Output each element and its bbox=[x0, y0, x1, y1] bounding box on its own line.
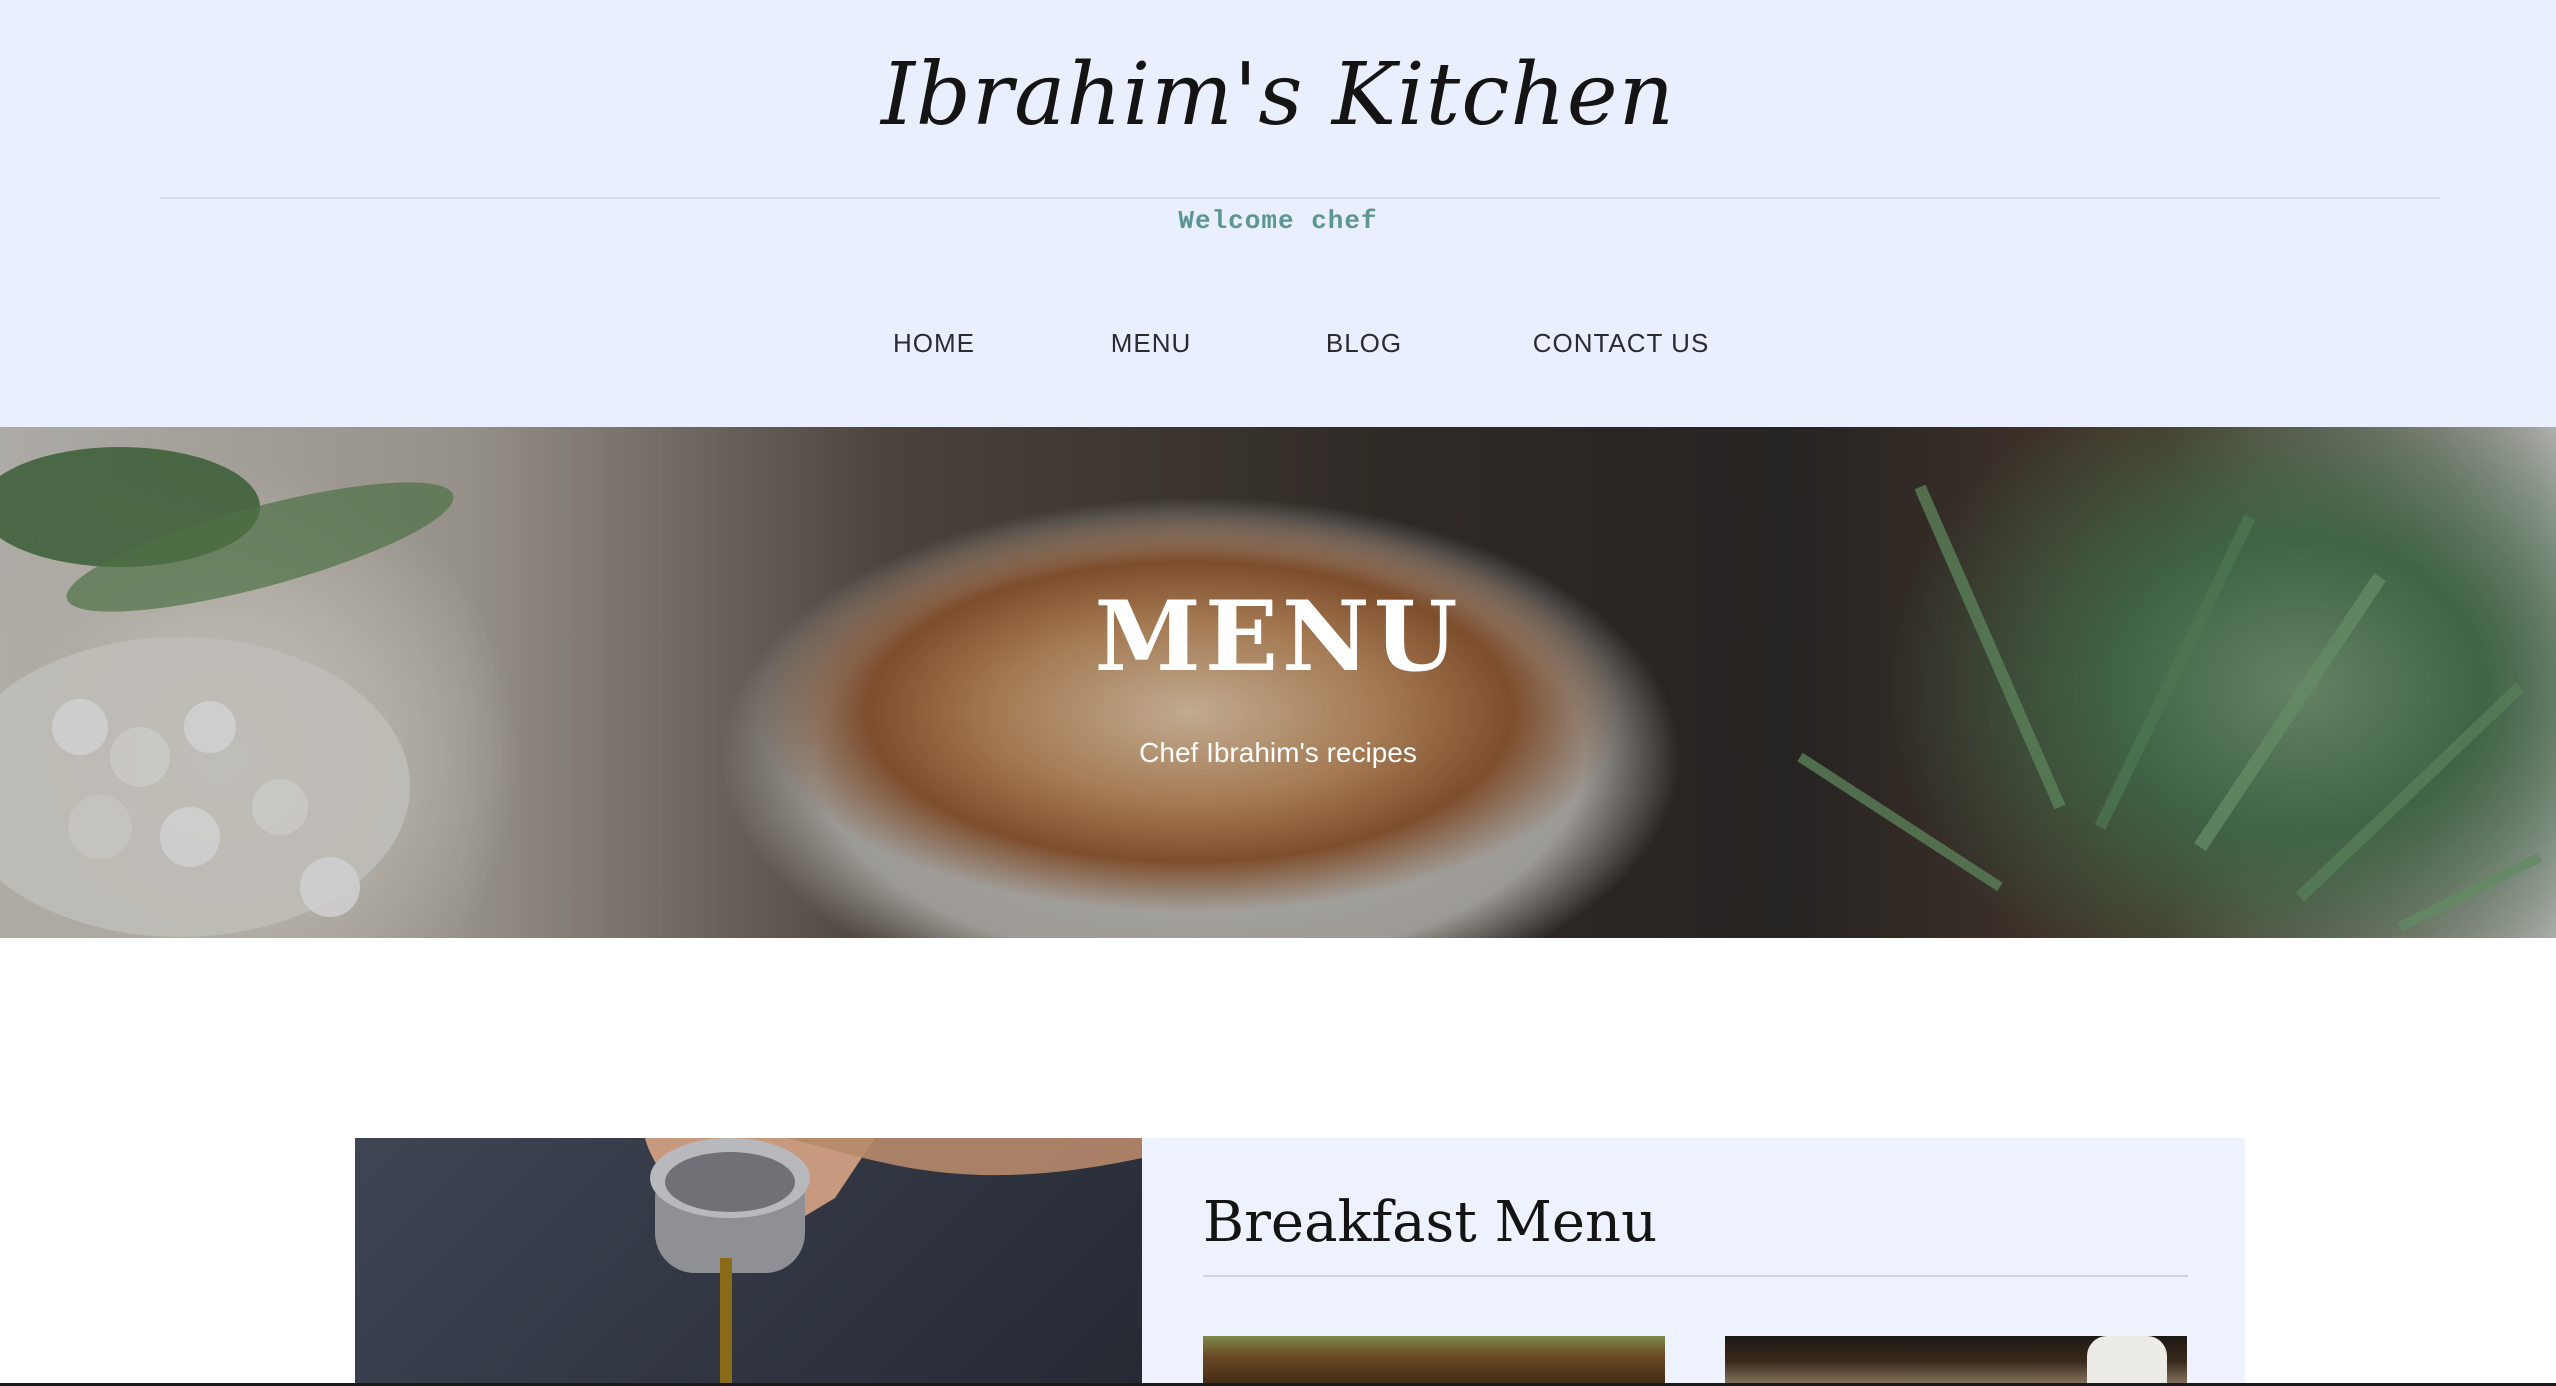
hero-title: MENU bbox=[1094, 580, 1462, 693]
napkin-decor bbox=[2087, 1336, 2167, 1386]
site-title[interactable]: Ibrahim's Kitchen bbox=[0, 40, 2556, 150]
nav-item-blog[interactable]: BLOG bbox=[1326, 328, 1402, 368]
breakfast-menu-divider bbox=[1203, 1275, 2188, 1277]
main-nav: HOME MENU BLOG CONTACT US bbox=[0, 328, 2556, 368]
breakfast-item-thumbnail[interactable] bbox=[1203, 1336, 1665, 1386]
nav-item-home[interactable]: HOME bbox=[893, 328, 975, 368]
pouring-honey-image bbox=[645, 1138, 1142, 1386]
nav-item-menu[interactable]: MENU bbox=[1111, 328, 1192, 368]
site-header: Ibrahim's Kitchen Welcome chef HOME MENU… bbox=[0, 0, 2556, 427]
hero-banner: MENU Chef Ibrahim's recipes bbox=[0, 427, 2556, 938]
hero-subtitle: Chef Ibrahim's recipes bbox=[1139, 737, 1417, 768]
nav-item-contact-us[interactable]: CONTACT US bbox=[1533, 328, 1710, 368]
breakfast-menu-heading: Breakfast Menu bbox=[1203, 1190, 1658, 1255]
header-divider bbox=[160, 197, 2440, 199]
breakfast-item-thumbnail[interactable] bbox=[1725, 1336, 2187, 1386]
welcome-text: Welcome chef bbox=[1178, 206, 1378, 236]
breakfast-menu-photo bbox=[355, 1138, 1142, 1386]
breakfast-menu-card: Breakfast Menu bbox=[355, 1138, 2245, 1386]
